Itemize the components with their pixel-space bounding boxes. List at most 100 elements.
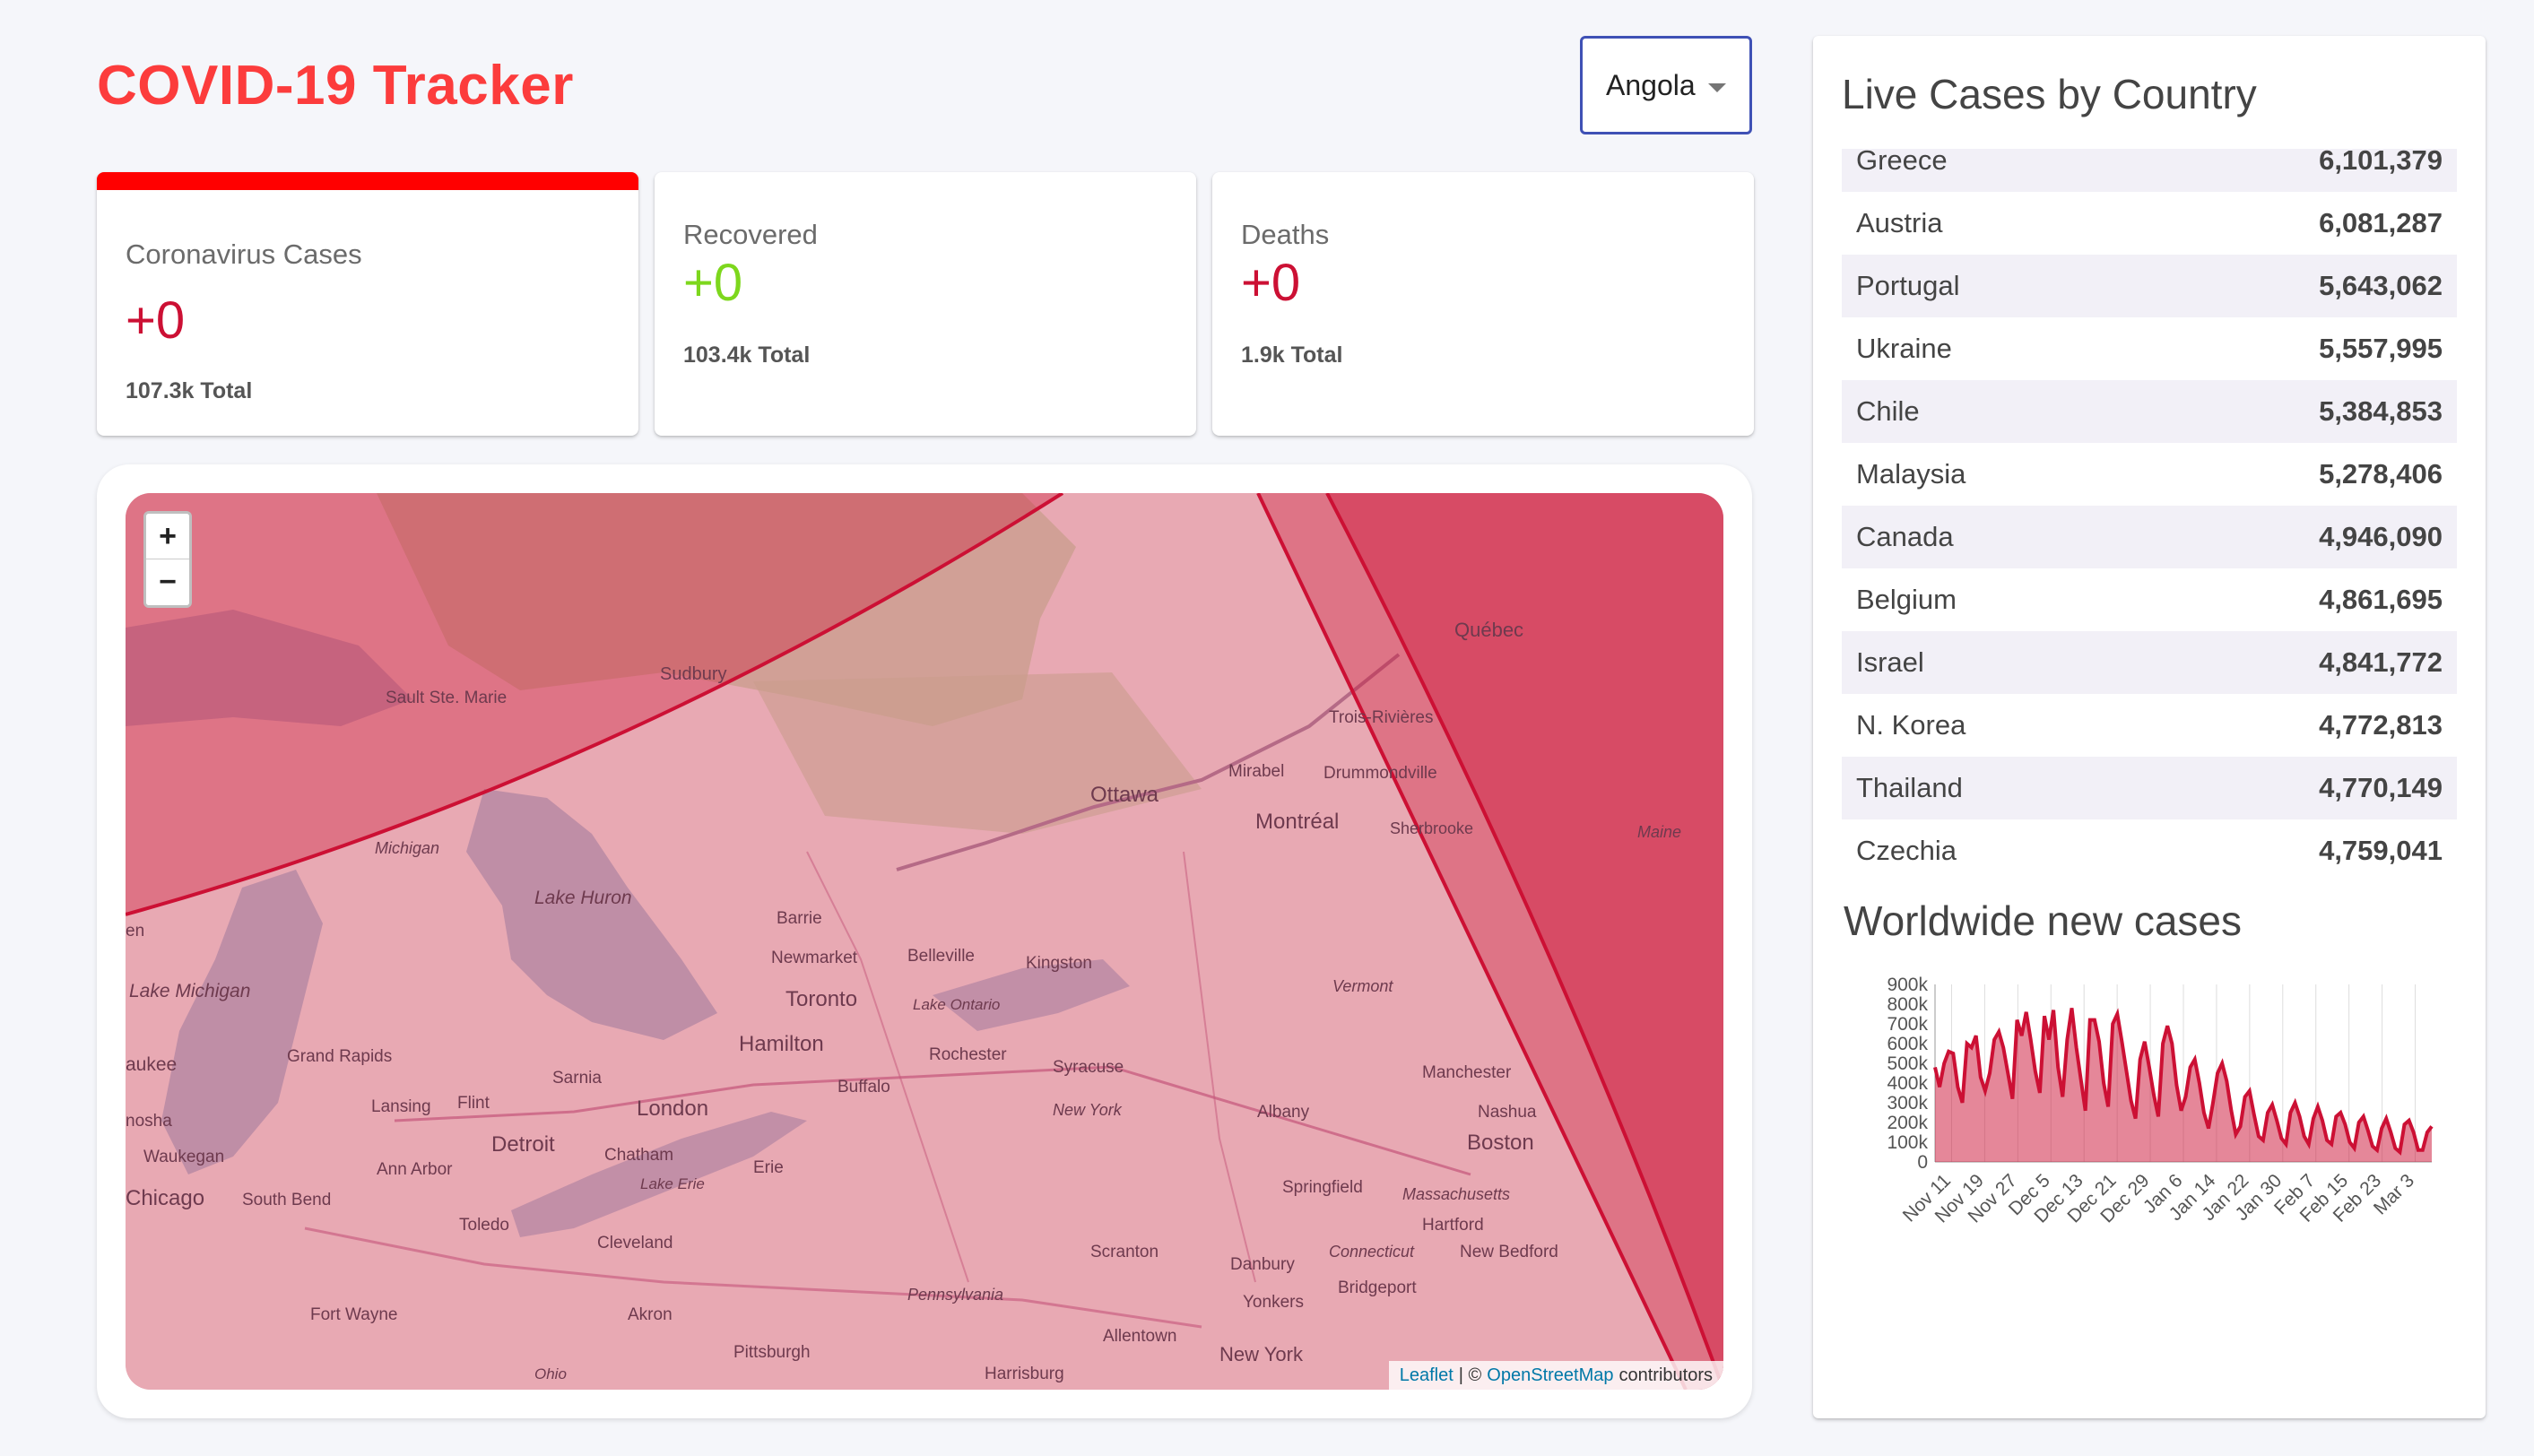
attribution-suffix: contributors [1618,1365,1714,1385]
y-tick-label: 300k [1887,1093,1928,1114]
map-attribution: Leaflet | © OpenStreetMap contributors [1388,1361,1723,1390]
map-label: Springfield [1282,1178,1363,1197]
table-row: Chile 5,384,853 [1842,380,2457,443]
y-tick-label: 400k [1887,1073,1928,1094]
country-name: Portugal [1856,270,1960,301]
map-label: Nashua [1478,1103,1537,1122]
country-cases: 4,759,041 [2319,835,2443,866]
leaflet-link[interactable]: Leaflet [1400,1365,1454,1386]
table-row: Greece 6,101,379 [1842,149,2457,192]
country-cases: 5,643,062 [2319,270,2443,301]
map-label: New York [1219,1343,1304,1365]
country-name: Thailand [1856,772,1963,803]
recovered-card[interactable]: Recovered +0 103.4k Total [655,172,1196,436]
country-name: Belgium [1856,584,1957,615]
map-label: Lake Erie [640,1175,705,1192]
zoom-control: + − [143,511,192,608]
map-label: Toronto [785,987,857,1011]
map-label: Scranton [1090,1243,1159,1261]
map-label: Lake Michigan [129,981,250,1001]
app-title: COVID-19 Tracker [97,55,574,117]
country-cases: 4,861,695 [2319,584,2443,615]
country-cases: 4,841,772 [2319,646,2443,678]
map-label: Bridgeport [1338,1278,1417,1297]
table-row: Austria 6,081,287 [1842,192,2457,255]
map-label: Kingston [1026,954,1092,973]
country-cases: 5,278,406 [2319,458,2443,490]
country-name: Ukraine [1856,333,1952,364]
map-label: Hamilton [739,1032,824,1056]
map-label: Toledo [459,1216,509,1235]
map-label: New York [1053,1101,1123,1119]
map-label: Sherbrooke [1390,819,1473,837]
map-label: Rochester [929,1045,1007,1064]
country-name: Canada [1856,521,1954,552]
map-tiles: Sudbury Sault Ste. Marie Québec Trois-Ri… [126,493,1723,1390]
table-row: Thailand 4,770,149 [1842,757,2457,819]
zoom-out-button[interactable]: − [146,559,189,605]
table-row: Malaysia 5,278,406 [1842,443,2457,506]
map-label: Lake Huron [534,888,632,908]
map-label: Allentown [1103,1327,1176,1346]
map-label: Maine [1637,823,1681,841]
zoom-in-button[interactable]: + [146,514,189,559]
map-label: Fort Wayne [310,1305,398,1324]
map-label: Montréal [1255,810,1339,834]
map-label: Lansing [371,1097,431,1116]
map-label: New Bedford [1460,1243,1558,1261]
map-label: Detroit [491,1132,555,1157]
map-label: Waukegan [143,1148,224,1166]
cases-card[interactable]: Coronavirus Cases +0 107.3k Total [97,172,638,436]
map-label: Cleveland [597,1234,673,1252]
country-cases: 5,557,995 [2319,333,2443,364]
country-cases: 5,384,853 [2319,395,2443,427]
worldwide-chart[interactable]: 0 100k 200k 300k 400k 500k 600k 700k 800k 900k Nov… [1840,968,2459,1345]
live-cases-title: Live Cases by Country [1842,71,2257,117]
map-label: Erie [753,1158,784,1177]
y-tick-label: 100k [1887,1132,1928,1153]
country-cases: 4,946,090 [2319,521,2443,552]
map-label: Michigan [375,839,439,857]
map-label: Connecticut [1329,1243,1415,1261]
country-table[interactable]: Greece 6,101,379 Austria 6,081,287 Portu… [1842,149,2457,893]
y-tick-label: 0 [1917,1152,1928,1173]
country-dropdown-value: Angola [1606,68,1696,101]
deaths-card[interactable]: Deaths +0 1.9k Total [1212,172,1754,436]
map-label: Akron [628,1305,673,1324]
map-label: Boston [1467,1131,1534,1155]
map-label: London [637,1096,708,1121]
map-label: nosha [126,1112,172,1131]
map-label: Belleville [907,947,975,966]
live-cases-panel: Live Cases by Country Greece 6,101,379 A… [1813,36,2486,1418]
map[interactable]: Sudbury Sault Ste. Marie Québec Trois-Ri… [126,493,1723,1390]
cases-card-value: +0 [126,291,186,350]
openstreetmap-link[interactable]: OpenStreetMap [1487,1365,1613,1386]
map-label: Syracuse [1053,1058,1124,1077]
map-label: aukee [126,1054,177,1075]
country-dropdown[interactable]: Angola [1580,36,1752,134]
y-tick-label: 700k [1887,1014,1928,1035]
country-cases: 4,772,813 [2319,709,2443,741]
y-tick-label: 500k [1887,1053,1928,1074]
country-name: Malaysia [1856,458,1966,490]
map-label: Drummondville [1323,764,1437,783]
map-label: Buffalo [837,1078,890,1096]
map-label: Manchester [1422,1063,1512,1082]
country-name: Chile [1856,395,1920,427]
deaths-card-title: Deaths [1241,219,1330,250]
worldwide-graph-title: Worldwide new cases [1844,897,2243,944]
map-label: Ann Arbor [377,1160,453,1179]
map-label: Massachusetts [1402,1185,1510,1203]
map-label: Sault Ste. Marie [386,689,507,707]
y-tick-label: 600k [1887,1034,1928,1054]
table-row: Canada 4,946,090 [1842,506,2457,568]
map-label: Ohio [534,1365,567,1382]
map-label: Yonkers [1243,1293,1304,1312]
map-label: Québec [1454,619,1523,641]
map-label: South Bend [242,1191,331,1209]
map-label: Ottawa [1090,783,1159,807]
table-row: Czechia 4,759,041 [1842,819,2457,882]
country-cases: 4,770,149 [2319,772,2443,803]
country-cases: 6,101,379 [2319,149,2443,176]
map-label: Vermont [1332,977,1393,995]
